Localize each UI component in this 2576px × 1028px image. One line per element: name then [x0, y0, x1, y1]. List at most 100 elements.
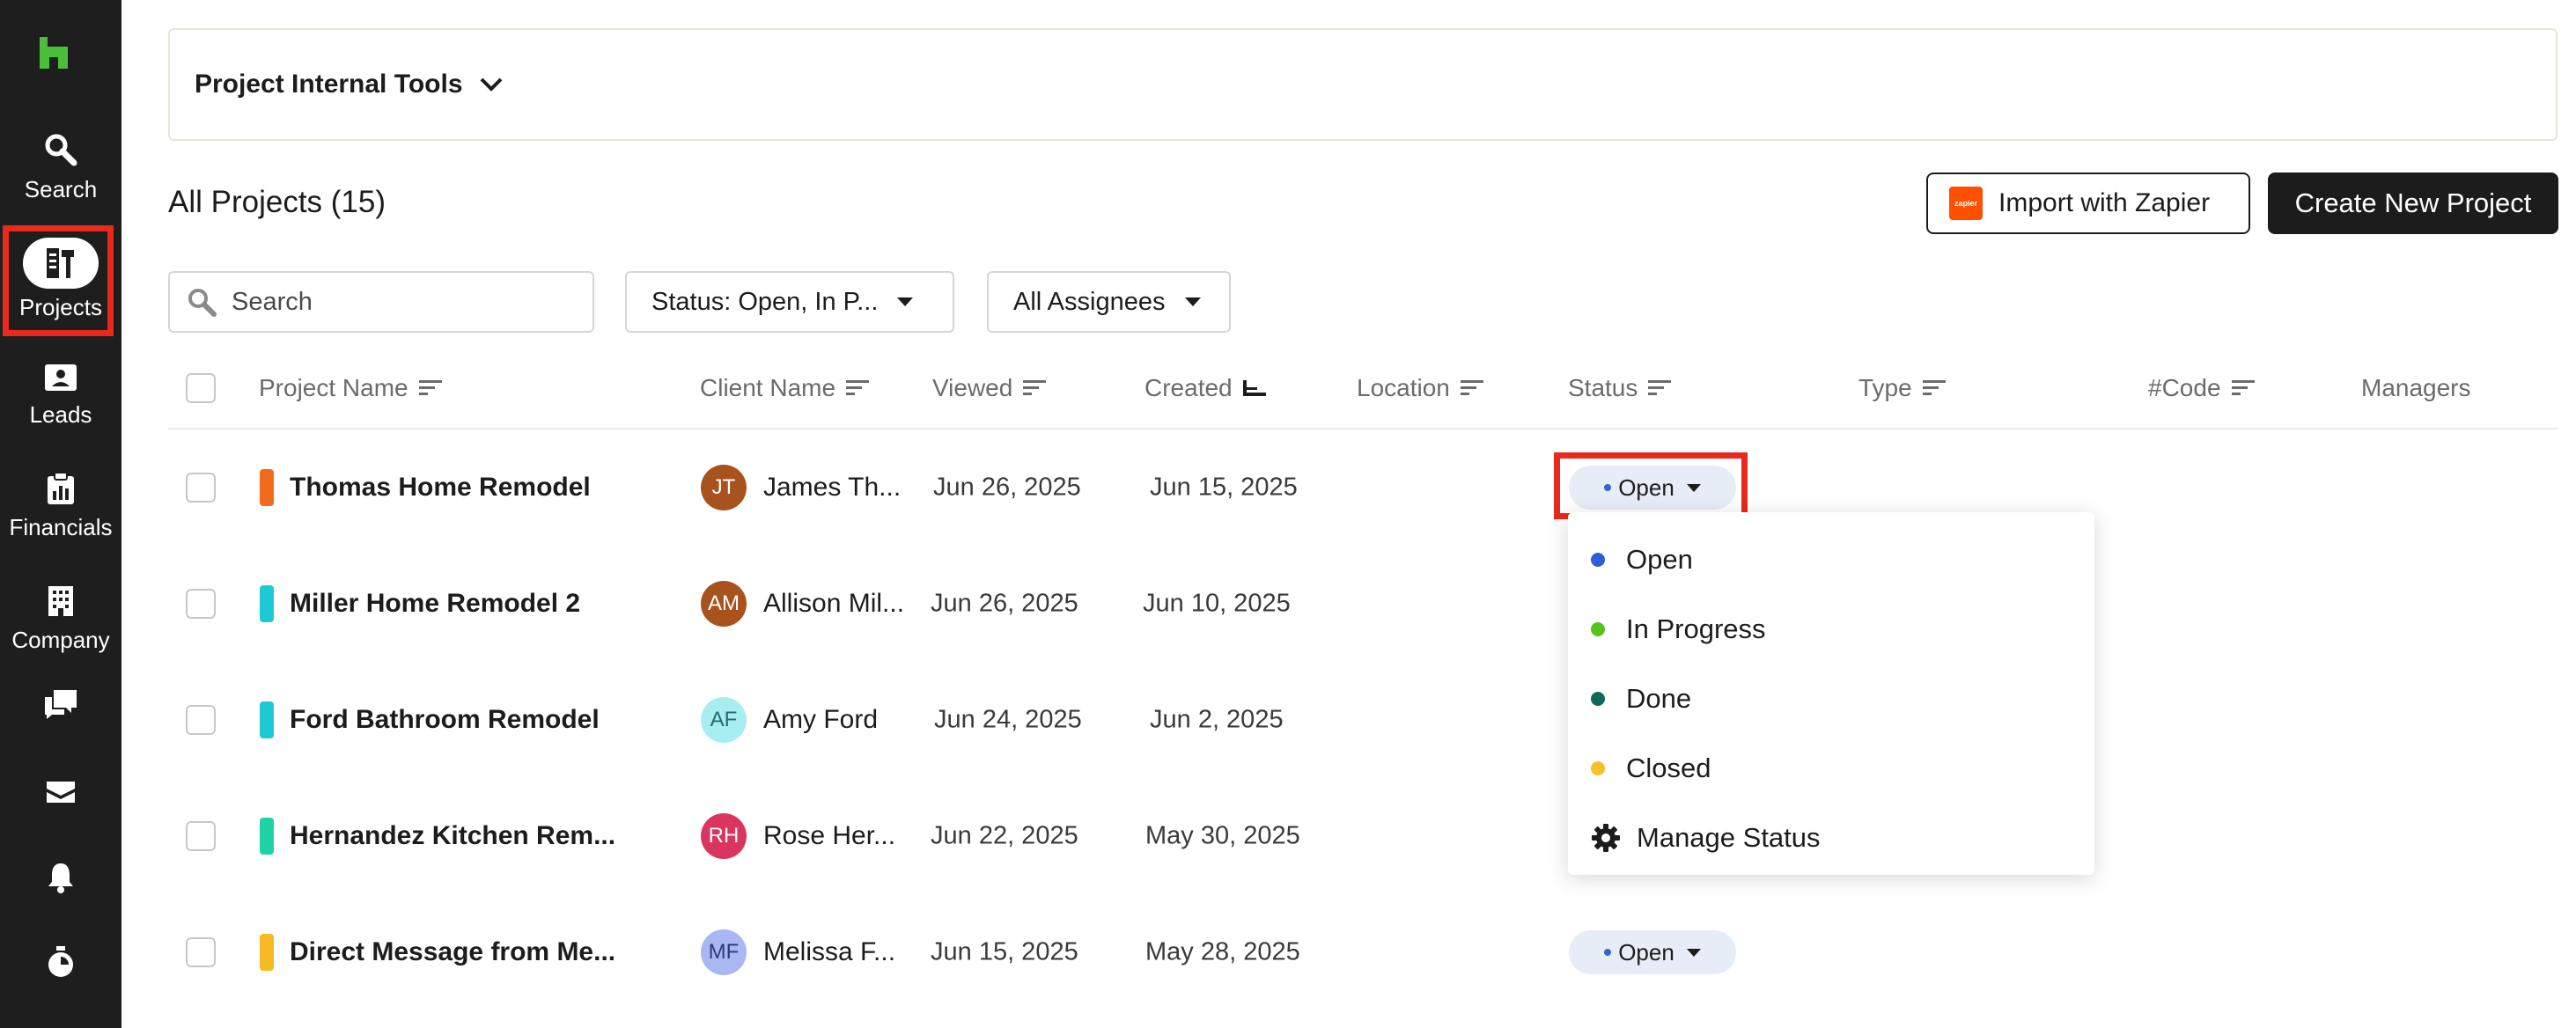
table-row[interactable]: Ford Bathroom Remodel AF Amy Ford Jun 24…	[168, 662, 2558, 778]
project-name[interactable]: Direct Message from Me...	[290, 937, 615, 967]
created-date: May 30, 2025	[1145, 821, 1300, 850]
projects-highlight-box	[3, 225, 114, 336]
zapier-logo-icon: zapier	[1949, 187, 1983, 220]
table-row[interactable]: Miller Home Remodel 2 AM Allison Mil... …	[168, 546, 2558, 662]
status-dot	[1591, 621, 1605, 636]
chevron-down-icon	[480, 77, 502, 92]
assignees-filter-label: All Assignees	[1013, 287, 1166, 316]
manage-status-label: Manage Status	[1637, 821, 1821, 853]
table-row[interactable]: Thomas Home Remodel JT James Th... Jun 2…	[168, 430, 2558, 546]
client-name: Amy Ford	[763, 705, 879, 734]
column-header-label: Type	[1858, 374, 1912, 401]
sidebar: Search Projects Leads Financials Company	[0, 0, 121, 1028]
avatar: MF	[701, 929, 747, 975]
select-all-checkbox[interactable]	[186, 373, 216, 403]
sort-icon	[1922, 380, 1946, 395]
column-header-viewed[interactable]: Viewed	[932, 374, 1047, 401]
row-checkbox[interactable]	[186, 473, 216, 503]
search-icon	[188, 289, 217, 317]
column-header-code[interactable]: #Code	[2148, 374, 2255, 401]
viewed-date: Jun 22, 2025	[931, 821, 1078, 850]
project-color-bar	[260, 934, 274, 971]
sidebar-item-leads[interactable]: Leads	[0, 363, 121, 429]
sidebar-item-label: Financials	[9, 514, 113, 540]
gear-icon	[1592, 823, 1620, 852]
status-option-open[interactable]: Open	[1568, 525, 2094, 594]
column-header-label: Managers	[2361, 374, 2471, 401]
project-name[interactable]: Ford Bathroom Remodel	[290, 705, 600, 735]
client-name: Rose Her...	[763, 821, 896, 850]
sidebar-item-chat[interactable]	[0, 688, 121, 720]
avatar: AF	[701, 697, 747, 743]
project-name[interactable]: Thomas Home Remodel	[290, 473, 591, 503]
project-name[interactable]: Miller Home Remodel 2	[290, 589, 580, 619]
row-checkbox[interactable]	[186, 589, 216, 619]
status-label: Open	[1618, 938, 1674, 966]
import-with-zapier-button[interactable]: zapier Import with Zapier	[1926, 173, 2250, 234]
sidebar-item-notifications[interactable]	[0, 861, 121, 894]
bell-icon	[48, 863, 73, 893]
sidebar-item-label: Leads	[29, 401, 92, 428]
column-header-label: Status	[1568, 374, 1638, 401]
viewed-date: Jun 15, 2025	[931, 937, 1078, 966]
caret-down-icon	[1184, 297, 1201, 306]
created-date: Jun 15, 2025	[1150, 473, 1298, 502]
status-option-label: Done	[1626, 682, 1692, 714]
status-option-done[interactable]: Done	[1568, 664, 2094, 733]
status-dot	[1604, 949, 1612, 956]
sidebar-item-label: Search	[24, 176, 98, 202]
avatar: JT	[701, 465, 747, 510]
sidebar-item-search[interactable]: Search	[0, 132, 121, 203]
column-header-project-name[interactable]: Project Name	[259, 374, 442, 401]
column-header-label: Created	[1144, 374, 1233, 401]
status-option-label: In Progress	[1626, 613, 1766, 644]
project-color-bar	[260, 701, 274, 738]
project-color-bar	[260, 585, 274, 622]
inbox-icon	[47, 782, 75, 803]
create-new-project-button[interactable]: Create New Project	[2268, 173, 2558, 234]
status-filter-dropdown[interactable]: Status: Open, In P...	[625, 271, 954, 333]
chat-icon	[45, 690, 77, 719]
status-filter-label: Status: Open, In P...	[651, 287, 879, 316]
sort-ascending-icon	[1242, 380, 1266, 396]
search-input[interactable]	[232, 287, 566, 317]
manage-status-option[interactable]: Manage Status	[1568, 803, 2094, 872]
column-header-client-name[interactable]: Client Name	[700, 374, 870, 401]
status-highlight-box	[1554, 452, 1748, 519]
sidebar-item-financials[interactable]: Financials	[0, 472, 121, 541]
status-dropdown-menu: Open In Progress Done Closed Manage Stat…	[1568, 512, 2094, 875]
created-date: Jun 10, 2025	[1143, 589, 1291, 618]
assignees-filter-dropdown[interactable]: All Assignees	[987, 271, 1231, 333]
company-icon	[48, 586, 73, 616]
project-internal-tools-bar[interactable]: Project Internal Tools	[168, 28, 2558, 141]
avatar: AM	[701, 581, 747, 627]
sidebar-item-company[interactable]: Company	[0, 584, 121, 654]
column-header-type[interactable]: Type	[1858, 374, 1946, 401]
client-name: James Th...	[763, 473, 902, 502]
row-checkbox[interactable]	[186, 937, 216, 967]
status-dropdown-button[interactable]: Open	[1569, 930, 1736, 974]
status-dot	[1591, 691, 1605, 706]
avatar: RH	[701, 813, 747, 859]
sidebar-item-label: Company	[11, 627, 110, 653]
sidebar-item-timer[interactable]	[0, 945, 121, 979]
timer-icon	[48, 946, 73, 977]
column-header-created[interactable]: Created	[1144, 374, 1266, 401]
status-option-in-progress[interactable]: In Progress	[1568, 594, 2094, 664]
column-header-managers: Managers	[2361, 374, 2471, 401]
table-row[interactable]: Direct Message from Me... MF Melissa F..…	[168, 894, 2558, 1010]
project-color-bar	[260, 818, 274, 855]
column-header-label: Project Name	[259, 374, 408, 401]
column-header-location[interactable]: Location	[1357, 374, 1483, 401]
sidebar-item-inbox[interactable]	[0, 778, 121, 804]
project-name[interactable]: Hernandez Kitchen Rem...	[290, 821, 615, 851]
created-date: Jun 2, 2025	[1150, 705, 1284, 734]
houzz-logo-icon[interactable]	[38, 35, 70, 70]
status-option-closed[interactable]: Closed	[1568, 733, 2094, 803]
column-header-status[interactable]: Status	[1568, 374, 1672, 401]
table-row[interactable]: Hernandez Kitchen Rem... RH Rose Her... …	[168, 778, 2558, 894]
tools-bar-label: Project Internal Tools	[195, 70, 463, 99]
row-checkbox[interactable]	[186, 705, 216, 735]
row-checkbox[interactable]	[186, 821, 216, 851]
search-field[interactable]	[168, 271, 594, 333]
